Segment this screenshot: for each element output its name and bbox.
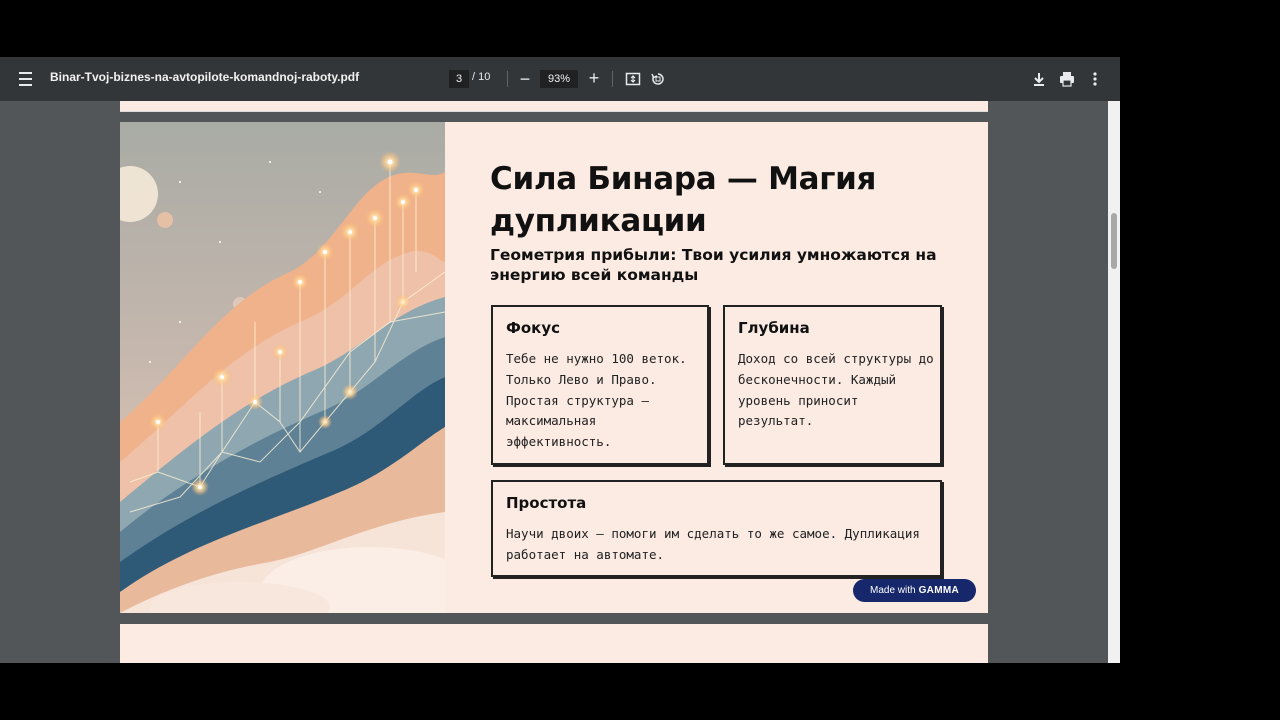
card-title: Глубина	[738, 319, 810, 337]
slide-title: Сила Бинара — Магия дупликации	[490, 161, 877, 239]
pdf-toolbar: Binar-Tvoj-biznes-na-avtopilote-komandno…	[0, 57, 1120, 101]
next-page	[120, 624, 988, 663]
card-depth: Глубина Доход со всей структуры до беско…	[723, 305, 942, 465]
slide-illustration	[120, 122, 445, 613]
pdf-page: Сила Бинара — Магия дупликации Геометрия…	[120, 122, 988, 613]
vertical-scrollbar[interactable]	[1108, 101, 1120, 663]
page-total: / 10	[472, 71, 491, 83]
made-with-gamma-badge[interactable]: Made with GAMMA	[853, 579, 976, 602]
zoom-out-button[interactable]: −	[516, 69, 534, 89]
card-focus: Фокус Тебе не нужно 100 веток. Только Ле…	[491, 305, 709, 465]
toolbar-divider	[612, 71, 613, 87]
toolbar-divider	[507, 71, 508, 87]
card-body: Тебе не нужно 100 веток. Только Лево и П…	[506, 351, 687, 450]
card-title: Фокус	[506, 319, 561, 337]
download-icon[interactable]	[1029, 69, 1049, 89]
file-name: Binar-Tvoj-biznes-na-avtopilote-komandno…	[50, 70, 360, 84]
card-body: Доход со всей структуры до бесконечности…	[738, 351, 934, 429]
scrollbar-thumb[interactable]	[1111, 213, 1117, 269]
previous-page	[120, 101, 988, 112]
more-vert-icon[interactable]	[1085, 69, 1105, 89]
badge-prefix: Made with	[870, 585, 916, 596]
print-icon[interactable]	[1057, 69, 1077, 89]
card-simplicity: Простота Научи двоих – помоги им сделать…	[491, 480, 942, 577]
menu-icon[interactable]	[14, 69, 36, 89]
rotate-icon[interactable]	[648, 69, 668, 89]
page-number-input[interactable]: 3	[449, 70, 469, 88]
slide-subtitle: Геометрия прибыли: Твои усилия умножаютс…	[490, 246, 937, 284]
card-body: Научи двоих – помоги им сделать то же са…	[506, 526, 920, 562]
gamma-logo: GAMMA	[918, 585, 959, 596]
fit-page-icon[interactable]	[623, 69, 643, 89]
card-title: Простота	[506, 494, 587, 512]
pdf-viewer: Binar-Tvoj-biznes-na-avtopilote-komandno…	[0, 57, 1120, 663]
zoom-input[interactable]: 93%	[540, 70, 578, 88]
zoom-in-button[interactable]: +	[585, 68, 603, 88]
